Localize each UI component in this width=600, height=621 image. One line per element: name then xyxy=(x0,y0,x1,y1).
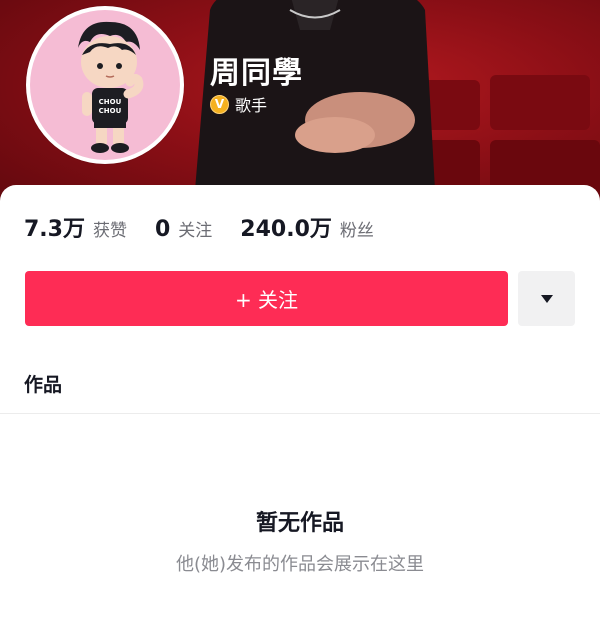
stats-row: 7.3万 获赞 0 关注 240.0万 粉丝 xyxy=(24,211,374,243)
stat-likes[interactable]: 7.3万 获赞 xyxy=(24,211,127,243)
stat-followers-label: 粉丝 xyxy=(339,221,374,241)
profile-header-banner: CHOU CHOU 周同學 V 歌手 xyxy=(0,0,600,215)
stat-likes-value: 7.3万 xyxy=(24,217,85,242)
caret-down-icon xyxy=(540,294,553,303)
profile-name: 周同學 xyxy=(210,56,303,91)
tab-works[interactable]: 作品 xyxy=(24,370,62,397)
tab-divider xyxy=(0,413,600,414)
stat-following-label: 关注 xyxy=(178,221,213,241)
stat-following-value: 0 xyxy=(154,217,171,242)
cartoon-avatar-icon: CHOU CHOU xyxy=(78,21,144,153)
verified-badge-icon: V xyxy=(210,94,229,114)
follow-button-label: + 关注 xyxy=(234,288,299,312)
avatar-frame[interactable]: CHOU CHOU xyxy=(26,6,184,164)
stat-following[interactable]: 0 关注 xyxy=(155,216,212,242)
svg-text:CHOU: CHOU xyxy=(99,107,122,115)
empty-state-title: 暂无作品 xyxy=(255,511,344,536)
empty-state-subtitle: 他(她)发布的作品会展示在这里 xyxy=(175,554,425,575)
more-options-button[interactable] xyxy=(518,271,575,326)
follow-button[interactable]: + 关注 xyxy=(25,271,508,326)
svg-text:CHOU: CHOU xyxy=(99,98,122,106)
stat-likes-label: 获赞 xyxy=(92,221,127,241)
stat-followers-value: 240.0万 xyxy=(240,217,332,242)
stat-followers[interactable]: 240.0万 粉丝 xyxy=(240,211,374,243)
profile-card: 7.3万 获赞 0 关注 240.0万 粉丝 + 关注 作品 暂无作品 他(她)… xyxy=(0,185,600,621)
avatar[interactable]: CHOU CHOU xyxy=(30,10,180,160)
verification-row: V 歌手 xyxy=(210,92,267,116)
verification-label: 歌手 xyxy=(235,96,268,115)
